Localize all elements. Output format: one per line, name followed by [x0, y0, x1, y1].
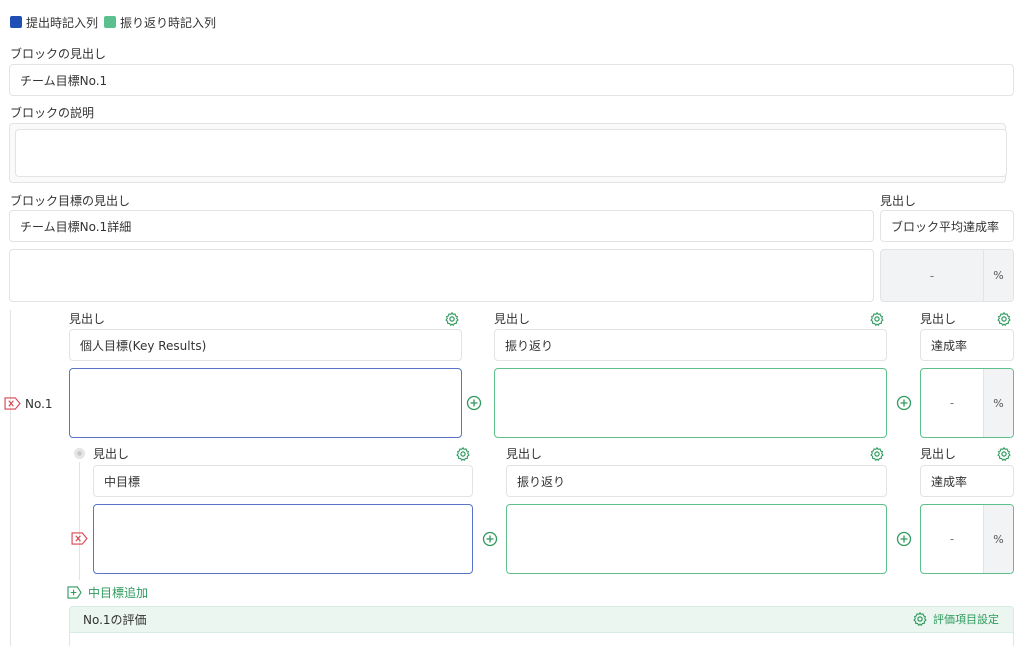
- item-col2-input[interactable]: 振り返り: [494, 329, 887, 361]
- item-col1-input[interactable]: 個人目標(Key Results): [69, 329, 462, 361]
- item-col3-label: 見出し: [920, 312, 957, 326]
- plus-circle-icon[interactable]: [466, 395, 482, 411]
- block-average-rate: - %: [880, 249, 1014, 302]
- plus-circle-icon[interactable]: [896, 395, 912, 411]
- add-box-icon: [67, 586, 82, 599]
- gear-icon: [913, 612, 927, 626]
- evaluation-header: [69, 606, 1014, 633]
- item-rate-value: -: [949, 396, 955, 410]
- drag-handle-icon[interactable]: [73, 447, 86, 460]
- block-desc-textarea[interactable]: [15, 129, 1007, 177]
- block-goal-heading-label: ブロック目標の見出し: [10, 194, 131, 208]
- add-sub-goal-button[interactable]: 中目標追加: [67, 584, 148, 601]
- block-heading-input[interactable]: チーム目標No.1: [9, 64, 1014, 96]
- item-col1-label: 見出し: [69, 312, 106, 326]
- block-heading-label: ブロックの見出し: [10, 47, 107, 61]
- sub-review-textarea[interactable]: [506, 504, 887, 574]
- evaluation-settings-label: 評価項目設定: [933, 613, 999, 626]
- remove-tag-icon[interactable]: [71, 532, 88, 545]
- item-rate-input[interactable]: - %: [920, 368, 1014, 438]
- block-goal-heading-input[interactable]: チーム目標No.1詳細: [9, 210, 874, 242]
- sub-col1-label: 見出し: [93, 447, 130, 461]
- legend-submit-label: 提出時記入列: [26, 16, 99, 30]
- block-average-rate-unit: %: [983, 250, 1013, 301]
- gear-icon[interactable]: [996, 446, 1012, 462]
- sub-goal-textarea[interactable]: [93, 504, 473, 574]
- sub-col2-label: 見出し: [506, 447, 543, 461]
- sub-col3-label: 見出し: [920, 447, 957, 461]
- sub-rate-unit: %: [983, 505, 1013, 573]
- gear-icon[interactable]: [455, 446, 471, 462]
- legend-submit-swatch: [10, 16, 22, 28]
- evaluation-body: [69, 633, 1014, 646]
- item-no-label: No.1: [25, 397, 53, 411]
- sub-col1-input[interactable]: 中目標: [93, 465, 473, 497]
- sub-col3-input[interactable]: 達成率: [920, 465, 1014, 497]
- side-heading-input[interactable]: ブロック平均達成率: [880, 210, 1014, 242]
- gear-icon[interactable]: [869, 311, 885, 327]
- side-heading-label: 見出し: [880, 194, 917, 208]
- sub-rate-input[interactable]: - %: [920, 504, 1014, 574]
- item-goal-textarea[interactable]: [69, 368, 462, 438]
- gear-icon[interactable]: [444, 311, 460, 327]
- evaluation-settings-button[interactable]: 評価項目設定: [912, 611, 999, 627]
- legend-review-swatch: [104, 16, 116, 28]
- add-sub-goal-label: 中目標追加: [88, 586, 149, 600]
- remove-tag-icon[interactable]: [4, 397, 21, 410]
- sub-col2-input[interactable]: 振り返り: [506, 465, 887, 497]
- block-goal-textarea[interactable]: [9, 249, 874, 302]
- sub-rate-value: -: [949, 532, 955, 546]
- item-rate-unit: %: [983, 369, 1013, 437]
- block-desc-label: ブロックの説明: [10, 106, 95, 120]
- plus-circle-icon[interactable]: [482, 531, 498, 547]
- item-col3-input[interactable]: 達成率: [920, 329, 1014, 361]
- evaluation-title: No.1の評価: [83, 613, 147, 627]
- gear-icon[interactable]: [869, 446, 885, 462]
- legend-review-label: 振り返り時記入列: [120, 16, 217, 30]
- tree-line: [10, 310, 11, 646]
- gear-icon[interactable]: [996, 311, 1012, 327]
- item-col2-label: 見出し: [494, 312, 531, 326]
- sub-tree-line: [79, 462, 80, 580]
- plus-circle-icon[interactable]: [896, 531, 912, 547]
- item-review-textarea[interactable]: [494, 368, 887, 438]
- block-average-rate-value: -: [929, 268, 935, 283]
